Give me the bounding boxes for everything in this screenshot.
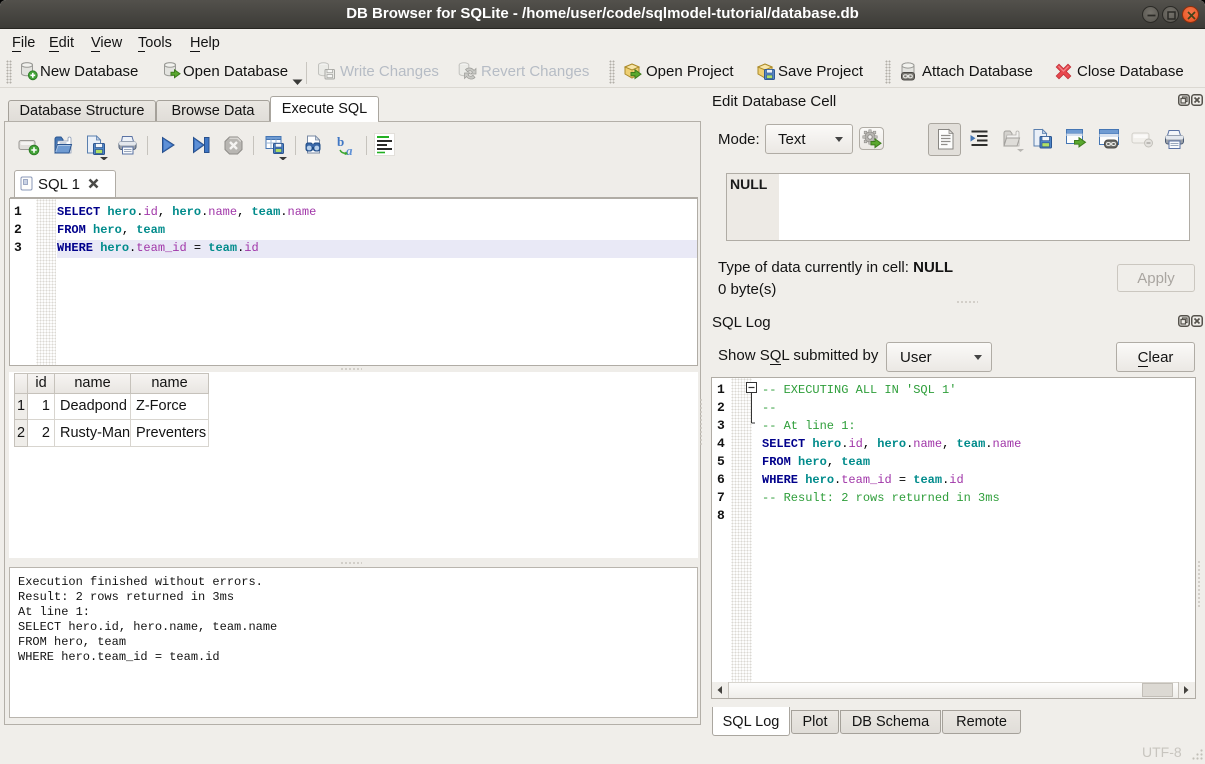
svg-text:b: b (337, 134, 344, 149)
svg-text:a: a (346, 143, 353, 158)
